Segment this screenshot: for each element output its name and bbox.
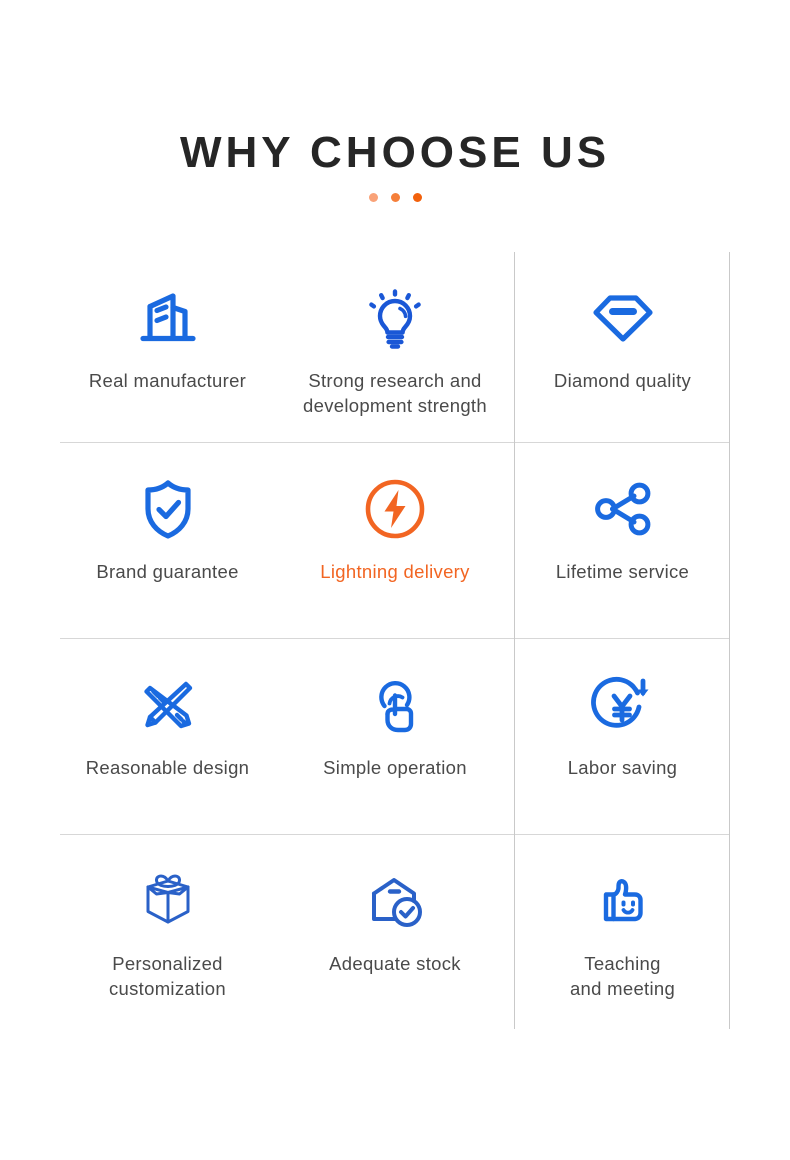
gift-box-icon [136, 865, 200, 937]
feature-label: Brand guarantee [96, 561, 239, 582]
warehouse-check-icon [363, 865, 427, 937]
feature-card-real-manufacturer[interactable]: Real manufacturer [60, 252, 276, 443]
yen-savings-arrow-icon [590, 669, 655, 741]
feature-label: Real manufacturer [88, 370, 247, 391]
decorative-dots [0, 193, 790, 202]
feature-label: Adequate stock [329, 953, 461, 974]
factory-building-icon [135, 282, 201, 354]
feature-card-adequate-stock[interactable]: Adequate stock [275, 835, 515, 1029]
feature-label: Teaching and meeting [569, 953, 676, 999]
pencil-ruler-icon [136, 669, 200, 741]
feature-card-reasonable-design[interactable]: Reasonable design [60, 639, 276, 835]
dot-1 [368, 193, 378, 202]
feature-card-personalized-customization[interactable]: Personalized customization [60, 835, 275, 1029]
page-title: WHY CHOOSE US [179, 128, 611, 178]
feature-label: Diamond quality [553, 370, 692, 391]
feature-label: Reasonable design [85, 757, 250, 778]
diamond-gem-icon [588, 282, 658, 354]
share-network-icon [592, 473, 654, 545]
dot-2 [390, 193, 400, 202]
touch-tap-hand-icon [364, 669, 426, 741]
feature-label: Strong research and development strength [303, 370, 487, 416]
dot-3 [412, 193, 422, 202]
feature-grid: Real manufacturer Strong research and de… [60, 252, 730, 1029]
feature-card-strong-research-and-development-strength[interactable]: Strong research and development strength [275, 252, 516, 443]
feature-card-brand-guarantee[interactable]: Brand guarantee [60, 443, 276, 639]
feature-card-teaching-and-meeting[interactable]: Teaching and meeting [515, 835, 730, 1029]
feature-label: Personalized customization [108, 953, 226, 999]
feature-label: Labor saving [567, 757, 678, 778]
lightbulb-idea-icon [364, 282, 426, 354]
thumbs-up-smile-icon [592, 865, 654, 937]
feature-card-labor-saving[interactable]: Labor saving [515, 639, 730, 835]
shield-check-icon [137, 473, 199, 545]
feature-card-simple-operation[interactable]: Simple operation [275, 639, 516, 835]
feature-label: Simple operation [323, 757, 467, 778]
feature-card-lifetime-service[interactable]: Lifetime service [515, 443, 730, 639]
lightning-bolt-circle-icon [362, 473, 428, 545]
feature-label: Lightning delivery [320, 561, 470, 582]
feature-card-lightning-delivery[interactable]: Lightning delivery [275, 443, 516, 639]
feature-label: Lifetime service [555, 561, 690, 582]
feature-card-diamond-quality[interactable]: Diamond quality [515, 252, 730, 443]
